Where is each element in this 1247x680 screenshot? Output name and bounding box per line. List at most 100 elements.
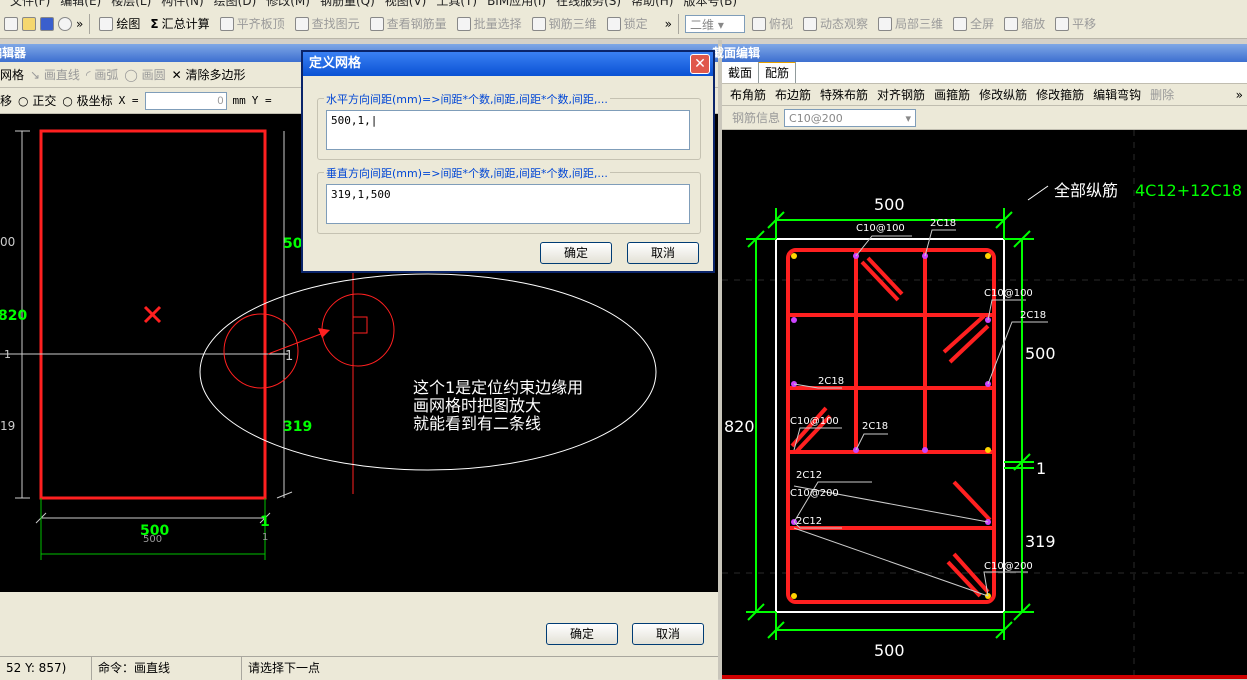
rebar-label: C10@100 [790, 416, 839, 427]
line-tool[interactable]: ↘ 画直线 [30, 66, 80, 83]
corner-bar-tool[interactable]: 布角筋 [730, 86, 766, 103]
all-longitudinal-label: 全部纵筋 [1054, 181, 1118, 200]
left-ok-button[interactable]: 确定 [546, 623, 618, 645]
dim-text-top-500: 500 [874, 195, 905, 214]
menu-item[interactable]: 绘图(D) [214, 0, 257, 8]
lock-button[interactable]: 锁定 [604, 15, 651, 32]
horizontal-group: 水平方向间距(mm)=>间距*个数,间距,间距*个数,间距,... 500,1,… [317, 91, 701, 160]
align-slab-button[interactable]: 平齐板顶 [217, 15, 288, 32]
dialog-title: 定义网格 [303, 52, 713, 76]
fullscreen-button[interactable]: 全屏 [950, 15, 997, 32]
edit-hook-tool[interactable]: 编辑弯钩 [1093, 86, 1141, 103]
vertical-spacing-input[interactable]: 319,1,500 [326, 184, 690, 224]
rebar-label: 2C18 [818, 376, 844, 387]
arc-tool[interactable]: ◜ 画弧 [86, 66, 118, 83]
dynamic-view-button[interactable]: 动态观察 [800, 15, 871, 32]
top-view-button[interactable]: 俯视 [749, 15, 796, 32]
edit-stirrup-tool[interactable]: 修改箍筋 [1036, 86, 1084, 103]
rebar-label: 2C12 [796, 470, 822, 481]
pan-button[interactable]: 平移 [1052, 15, 1099, 32]
rebar-labels: C10@100 2C18 C10@100 2C18 2C18 C10@100 2… [790, 218, 1046, 572]
toolbar-more-2[interactable]: » [665, 17, 672, 31]
toolbar-more[interactable]: » [76, 17, 83, 31]
zoom-button[interactable]: 缩放 [1001, 15, 1048, 32]
corner-bar[interactable] [791, 593, 797, 599]
menu-item[interactable]: 编辑(E) [60, 0, 101, 8]
open-folder-icon[interactable] [22, 16, 36, 31]
leader-7 [855, 433, 888, 451]
menu-item[interactable]: BIM应用(I) [487, 0, 546, 8]
new-file-icon[interactable] [4, 16, 18, 31]
lock-icon [606, 16, 621, 31]
menu-item[interactable]: 版本号(B) [683, 0, 737, 8]
side-bar[interactable] [922, 447, 928, 453]
delete-tool[interactable]: 删除 [1150, 86, 1174, 103]
leader-all [1027, 185, 1049, 201]
menu-bar: 文件(F) 编辑(E) 楼层(L) 构件(N) 绘图(D) 修改(M) 钢筋量(Q) 视图(V… [0, 0, 1247, 9]
horizontal-label: 水平方向间距(mm)=>间距*个数,间距,间距*个数,间距,... [324, 91, 610, 107]
menu-item[interactable]: 帮助(H) [631, 0, 673, 8]
local-3d-button[interactable]: 局部三维 [875, 15, 946, 32]
side-bar-tool[interactable]: 布边筋 [775, 86, 811, 103]
draw-stirrup-tool[interactable]: 画箍筋 [934, 86, 970, 103]
tab-reinforcement[interactable]: 配筋 [758, 62, 797, 83]
side-bar[interactable] [985, 447, 991, 453]
binoculars-icon [294, 16, 309, 31]
clear-polygon-tool[interactable]: ✕ 清除多边形 [172, 66, 246, 83]
menu-item[interactable]: 钢筋量(Q) [320, 0, 375, 8]
menu-item[interactable]: 构件(N) [161, 0, 203, 8]
menu-item[interactable]: 修改(M) [266, 0, 310, 8]
dim-text-right-319: 319 [1025, 532, 1056, 551]
dialog-ok-button[interactable]: 确定 [540, 242, 612, 264]
orbit-icon [803, 16, 818, 31]
grid-tool[interactable]: 网格 [0, 66, 24, 83]
view-rebar-button[interactable]: 查看钢筋量 [367, 15, 450, 32]
rebar-label: 2C18 [930, 218, 956, 229]
dialog-cancel-button[interactable]: 取消 [627, 242, 699, 264]
undo-icon[interactable] [58, 16, 72, 31]
menu-item[interactable]: 文件(F) [10, 0, 50, 8]
status-command: 命令：画直线 [92, 657, 242, 680]
status-coords: 52 Y: 857) [0, 657, 92, 680]
right-tools-bar: 布角筋 布边筋 特殊布筋 对齐钢筋 画箍筋 修改纵筋 修改箍筋 编辑弯钩 删除 … [722, 84, 1247, 106]
right-tools-more[interactable]: » [1236, 88, 1243, 102]
calc-button[interactable]: Σ 汇总计算 [147, 15, 212, 32]
x-input[interactable] [144, 91, 227, 110]
polar-radio[interactable]: ○ 极坐标 [62, 92, 112, 109]
leader-2 [924, 229, 956, 257]
rebar-info-bar: 钢筋信息 C10@200 ▾ [722, 106, 1247, 130]
special-bar-tool[interactable]: 特殊布筋 [820, 86, 868, 103]
right-canvas[interactable]: 500 500 820 500 1 319 全部纵筋 4C12+12C18 C1… [722, 130, 1247, 675]
side-bar[interactable] [791, 317, 797, 323]
align-slab-icon [219, 16, 234, 31]
align-bar-tool[interactable]: 对齐钢筋 [877, 86, 925, 103]
main-toolbar: » 绘图 Σ 汇总计算 平齐板顶 查找图元 查看钢筋量 批量选择 钢筋三维 锁定 … [0, 9, 1247, 39]
rebar-3d-button[interactable]: 钢筋三维 [529, 15, 600, 32]
left-cancel-button[interactable]: 取消 [632, 623, 704, 645]
find-element-button[interactable]: 查找图元 [292, 15, 363, 32]
dim-text-left-820: 820 [724, 417, 755, 436]
rebar-info-select[interactable]: C10@200 ▾ [784, 108, 917, 127]
save-icon[interactable] [40, 16, 54, 31]
menu-item[interactable]: 视图(V) [385, 0, 427, 8]
corner-bar[interactable] [791, 253, 797, 259]
status-prompt: 请选择下一点 [248, 661, 321, 675]
view-mode-select[interactable]: 二维 ▾ [685, 14, 746, 33]
dim-text-1-right: 1 [285, 349, 293, 364]
tab-section[interactable]: 截面 [722, 63, 758, 83]
dialog-close-button[interactable]: ✕ [690, 54, 710, 74]
draw-button[interactable]: 绘图 [96, 15, 143, 32]
batch-select-button[interactable]: 批量选择 [454, 15, 525, 32]
orthogonal-radio[interactable]: ○ 正交 [18, 92, 56, 109]
menu-item[interactable]: 楼层(L) [111, 0, 151, 8]
vertical-group: 垂直方向间距(mm)=>间距*个数,间距,间距*个数,间距,... 319,1,… [317, 165, 701, 234]
annotation-ellipse [199, 273, 657, 471]
horizontal-spacing-input[interactable]: 500,1,| [326, 110, 690, 150]
annotation-line-3: 就能看到有二条线 [413, 414, 541, 433]
edit-longitudinal-tool[interactable]: 修改纵筋 [979, 86, 1027, 103]
corner-bar[interactable] [985, 253, 991, 259]
menu-item[interactable]: 在线服务(S) [556, 0, 621, 8]
circle-tool[interactable]: ◯ 画圆 [124, 66, 165, 83]
menu-item[interactable]: 工具(T) [436, 0, 477, 8]
dim-text-1: 1 [4, 348, 11, 361]
